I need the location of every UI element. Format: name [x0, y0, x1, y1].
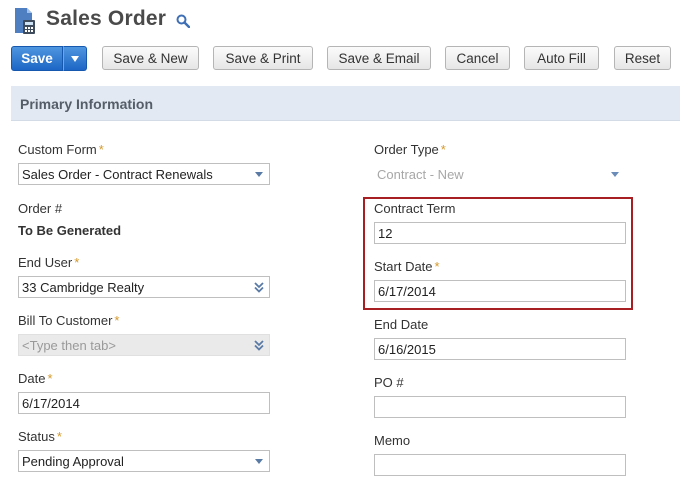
date-value: 6/17/2014 [22, 395, 80, 411]
search-icon[interactable] [176, 14, 190, 28]
contract-term-value: 12 [378, 225, 393, 241]
order-type-label: Order Type * [374, 142, 446, 157]
save-button-group: Save [11, 46, 87, 71]
start-date-input[interactable]: 6/17/2014 [374, 280, 626, 302]
po-number-label: PO # [374, 375, 404, 390]
page-title: Sales Order [46, 7, 167, 30]
start-date-value: 6/17/2014 [378, 283, 436, 299]
save-dropdown-button[interactable] [63, 46, 87, 71]
double-chevron-down-icon[interactable] [253, 281, 265, 293]
save-print-button[interactable]: Save & Print [213, 46, 313, 70]
save-new-button[interactable]: Save & New [102, 46, 199, 70]
order-number-label: Order # [18, 201, 63, 216]
caret-down-icon [255, 172, 263, 177]
caret-down-icon [611, 172, 619, 177]
order-type-value: Contract - New [377, 166, 464, 182]
custom-form-select[interactable]: Sales Order - Contract Renewals [18, 163, 270, 185]
date-label: Date * [18, 371, 53, 386]
order-type-select[interactable]: Contract - New [374, 163, 626, 185]
reset-button[interactable]: Reset [614, 46, 671, 70]
end-user-value: 33 Cambridge Realty [22, 279, 145, 295]
save-email-button[interactable]: Save & Email [327, 46, 431, 70]
bill-to-customer-label: Bill To Customer * [18, 313, 120, 328]
memo-label: Memo [374, 433, 411, 448]
caret-down-icon [255, 459, 263, 464]
double-chevron-down-icon[interactable] [253, 339, 265, 351]
status-select[interactable]: Pending Approval [18, 450, 270, 472]
po-number-input[interactable] [374, 396, 626, 418]
status-value: Pending Approval [22, 453, 124, 469]
bill-to-customer-placeholder: <Type then tab> [22, 337, 116, 353]
end-user-label: End User * [18, 255, 80, 270]
end-user-field[interactable]: 33 Cambridge Realty [18, 276, 270, 298]
chevron-down-icon [71, 55, 79, 62]
custom-form-value: Sales Order - Contract Renewals [22, 166, 213, 182]
custom-form-label: Custom Form * [18, 142, 104, 157]
status-label: Status * [18, 429, 62, 444]
contract-term-label: Contract Term [374, 201, 456, 216]
order-number-value: To Be Generated [18, 223, 122, 238]
bill-to-customer-field[interactable]: <Type then tab> [18, 334, 270, 356]
memo-input[interactable] [374, 454, 626, 476]
document-calculator-icon [15, 8, 35, 34]
cancel-button[interactable]: Cancel [445, 46, 510, 70]
date-input[interactable]: 6/17/2014 [18, 392, 270, 414]
save-button[interactable]: Save [11, 46, 63, 71]
end-date-input[interactable]: 6/16/2015 [374, 338, 626, 360]
contract-term-input[interactable]: 12 [374, 222, 626, 244]
start-date-label: Start Date * [374, 259, 440, 274]
end-date-value: 6/16/2015 [378, 341, 436, 357]
auto-fill-button[interactable]: Auto Fill [524, 46, 599, 70]
end-date-label: End Date [374, 317, 429, 332]
section-title: Primary Information [20, 96, 154, 112]
